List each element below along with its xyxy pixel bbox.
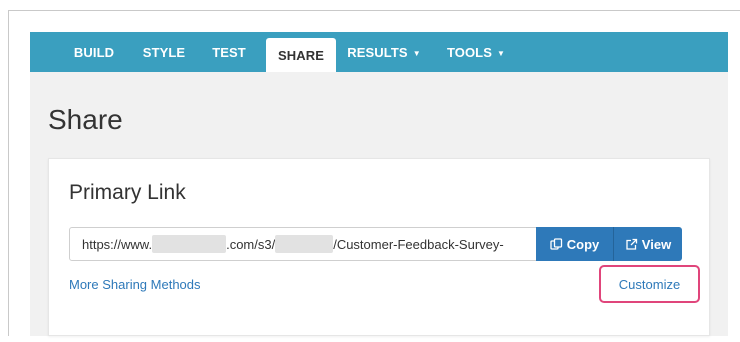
- tab-share-label: SHARE: [277, 47, 324, 63]
- tab-tools[interactable]: TOOLS ▼: [440, 32, 512, 72]
- customize-highlight: Customize: [599, 265, 700, 303]
- copy-label: Copy: [566, 236, 600, 252]
- more-sharing-methods-link[interactable]: More Sharing Methods: [69, 277, 201, 292]
- chevron-down-icon: ▼: [412, 48, 421, 58]
- external-link-icon: [626, 238, 637, 250]
- chevron-down-icon: ▼: [497, 48, 506, 58]
- tab-results-label: RESULTS: [347, 44, 408, 60]
- copy-button[interactable]: Copy: [536, 227, 614, 261]
- url-middle: .com/s3/: [226, 236, 276, 252]
- view-label: View: [641, 236, 672, 252]
- tab-results[interactable]: RESULTS ▼: [344, 32, 424, 72]
- redacted-id: [275, 235, 334, 253]
- tab-build-label: BUILD: [73, 44, 115, 60]
- tab-test[interactable]: TEST: [204, 32, 254, 72]
- primary-link-card: Primary Link https://www. .com/s3/ /Cust…: [48, 158, 710, 336]
- survey-link-field[interactable]: https://www. .com/s3/ /Customer-Feedback…: [69, 227, 537, 261]
- customize-link[interactable]: Customize: [619, 277, 680, 292]
- tab-tools-label: TOOLS: [446, 44, 492, 60]
- copy-icon: [550, 237, 562, 250]
- tab-style[interactable]: STYLE: [134, 32, 194, 72]
- tab-style-label: STYLE: [142, 44, 186, 60]
- top-navbar: BUILD STYLE TEST SHARE RESULTS ▼ TOOLS ▼: [30, 32, 728, 72]
- tab-share[interactable]: SHARE: [266, 38, 336, 72]
- url-prefix: https://www.: [82, 236, 153, 252]
- redacted-domain: [152, 235, 227, 253]
- url-suffix: /Customer-Feedback-Survey-: [333, 236, 504, 252]
- survey-panel: BUILD STYLE TEST SHARE RESULTS ▼ TOOLS ▼…: [30, 32, 728, 336]
- page-title: Share: [48, 104, 123, 135]
- card-title: Primary Link: [69, 181, 186, 204]
- tab-build[interactable]: BUILD: [64, 32, 124, 72]
- view-button[interactable]: View: [614, 227, 682, 261]
- tab-test-label: TEST: [212, 44, 246, 60]
